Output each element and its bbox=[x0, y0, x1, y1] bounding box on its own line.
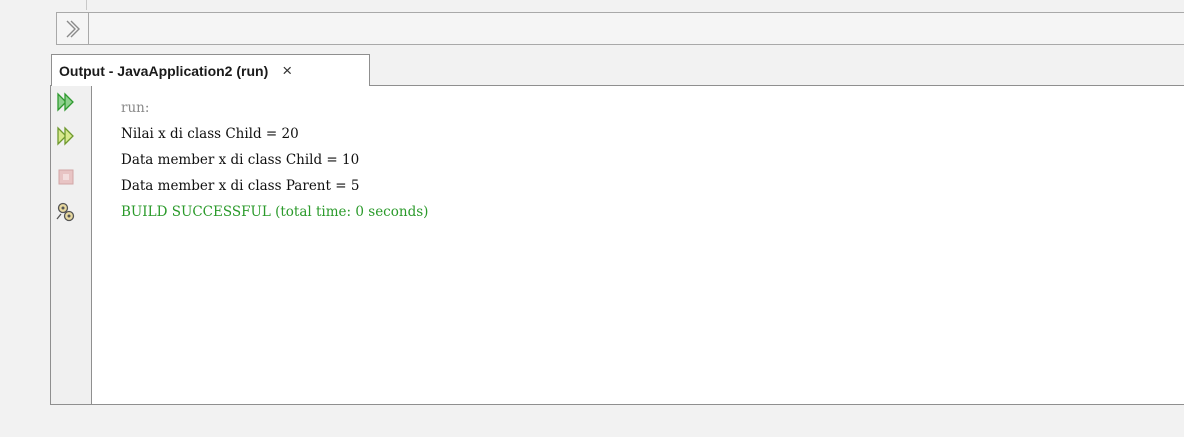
console-output: run: Nilai x di class Child = 20 Data me… bbox=[121, 95, 428, 225]
tab-output[interactable]: Output - JavaApplication2 (run) × bbox=[51, 54, 370, 86]
expand-button[interactable] bbox=[57, 13, 89, 44]
top-strip bbox=[56, 0, 1184, 10]
close-icon[interactable]: × bbox=[282, 62, 292, 79]
top-strip-divider bbox=[86, 0, 87, 10]
output-tabbar: Output - JavaApplication2 (run) × bbox=[50, 54, 1184, 86]
rerun-button[interactable] bbox=[55, 91, 77, 113]
toolbar bbox=[56, 12, 1184, 45]
console-line-build-status: BUILD SUCCESSFUL (total time: 0 seconds) bbox=[121, 204, 429, 220]
settings-button[interactable] bbox=[55, 201, 77, 223]
console-line: Nilai x di class Child = 20 bbox=[121, 126, 299, 142]
console-line: Data member x di class Child = 10 bbox=[121, 152, 360, 168]
console-line: Data member x di class Parent = 5 bbox=[121, 178, 360, 194]
rerun-with-params-icon bbox=[57, 126, 74, 146]
settings-icon bbox=[56, 202, 75, 222]
output-gutter bbox=[51, 86, 92, 404]
output-panel: run: Nilai x di class Child = 20 Data me… bbox=[50, 86, 1184, 405]
console-line-run: run: bbox=[121, 100, 150, 116]
rerun-with-params-button[interactable] bbox=[55, 125, 77, 147]
tab-title: Output - JavaApplication2 (run) bbox=[59, 62, 269, 79]
stop-button[interactable] bbox=[55, 166, 77, 188]
double-chevron-right-icon bbox=[66, 20, 80, 37]
stop-icon bbox=[58, 169, 74, 185]
rerun-icon bbox=[57, 92, 74, 112]
